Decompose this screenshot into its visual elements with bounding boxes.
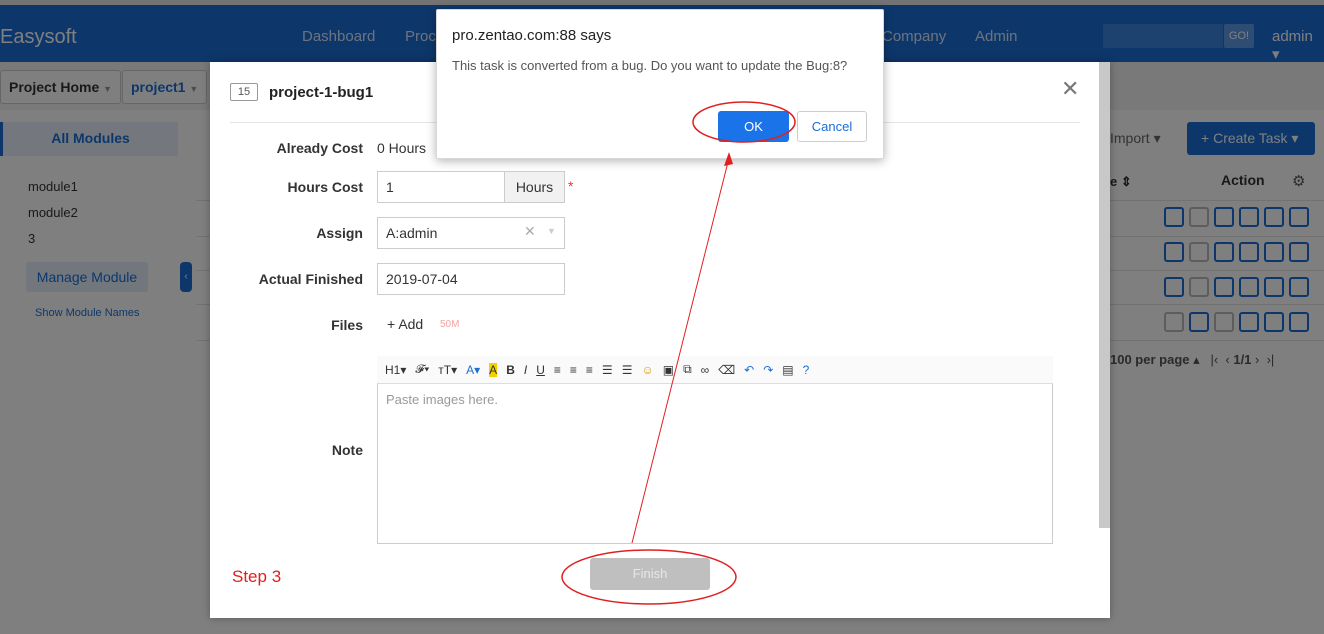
italic-icon[interactable]: I	[524, 363, 527, 377]
bold-icon[interactable]: B	[506, 363, 515, 377]
add-file-label: Add	[398, 316, 424, 332]
align-justify-icon[interactable]: ≡	[586, 363, 593, 377]
dialog-title: pro.zentao.com:88 says	[452, 27, 612, 44]
paste-icon[interactable]: ▤	[782, 363, 793, 377]
close-icon[interactable]: ✕	[1061, 76, 1079, 102]
file-size-hint: 50M	[440, 319, 460, 330]
redo-icon[interactable]: ↷	[763, 363, 773, 377]
required-marker: *	[568, 178, 574, 194]
add-file-button[interactable]: + Add	[387, 316, 423, 332]
finished-date-input[interactable]: 2019-07-04	[377, 263, 565, 295]
undo-icon[interactable]: ↶	[744, 363, 754, 377]
underline-icon[interactable]: U	[536, 363, 545, 377]
dialog-message: This task is converted from a bug. Do yo…	[452, 58, 848, 73]
files-label: Files	[331, 317, 363, 333]
hours-cost-label: Hours Cost	[287, 179, 363, 195]
editor-toolbar: H1▾ 𝓕▾ ᴛT▾ A▾ A B I U ≡ ≡ ≡ ☰ ☰ ☺ ▣ ⧉ ∞ …	[377, 356, 1053, 384]
note-placeholder: Paste images here.	[386, 392, 499, 407]
hours-cost-input[interactable]: 1	[377, 171, 505, 203]
clear-icon[interactable]: ✕	[524, 223, 536, 240]
highlight-icon[interactable]: A	[489, 362, 498, 377]
assign-label: Assign	[316, 225, 363, 241]
actual-finished-label: Actual Finished	[258, 271, 363, 287]
ordered-list-icon[interactable]: ☰	[602, 363, 613, 377]
task-id-badge: 15	[230, 83, 258, 101]
align-center-icon[interactable]: ≡	[570, 363, 577, 377]
modal-scrollbar[interactable]	[1099, 62, 1110, 528]
hours-unit-addon: Hours	[504, 171, 565, 203]
emoji-icon[interactable]: ☺	[641, 363, 653, 377]
modal-title: project-1-bug1	[269, 84, 374, 101]
assign-select[interactable]: A:admin	[377, 217, 565, 249]
font-color-icon[interactable]: A▾	[466, 363, 480, 377]
code-icon[interactable]: ⧉	[683, 362, 692, 377]
note-label: Note	[331, 442, 363, 458]
chevron-down-icon[interactable]: ▼	[547, 226, 556, 236]
ok-button[interactable]: OK	[718, 111, 789, 142]
image-icon[interactable]: ▣	[663, 363, 674, 377]
link-icon[interactable]: ∞	[701, 363, 710, 377]
eraser-icon[interactable]: ⌫	[718, 363, 735, 377]
unordered-list-icon[interactable]: ☰	[622, 363, 633, 377]
already-cost-value: 0 Hours	[377, 140, 427, 156]
step-annotation: Step 3	[232, 567, 282, 586]
help-icon[interactable]: ?	[803, 363, 810, 377]
note-editor[interactable]	[377, 356, 1053, 544]
align-left-icon[interactable]: ≡	[554, 363, 561, 377]
font-family-icon[interactable]: 𝓕▾	[415, 362, 429, 377]
already-cost-label: Already Cost	[276, 140, 363, 156]
font-size-icon[interactable]: ᴛT▾	[438, 363, 457, 377]
plus-icon: +	[387, 316, 396, 332]
heading-icon[interactable]: H1▾	[385, 363, 406, 377]
cancel-button[interactable]: Cancel	[797, 111, 867, 142]
finish-button[interactable]: Finish	[590, 558, 710, 590]
